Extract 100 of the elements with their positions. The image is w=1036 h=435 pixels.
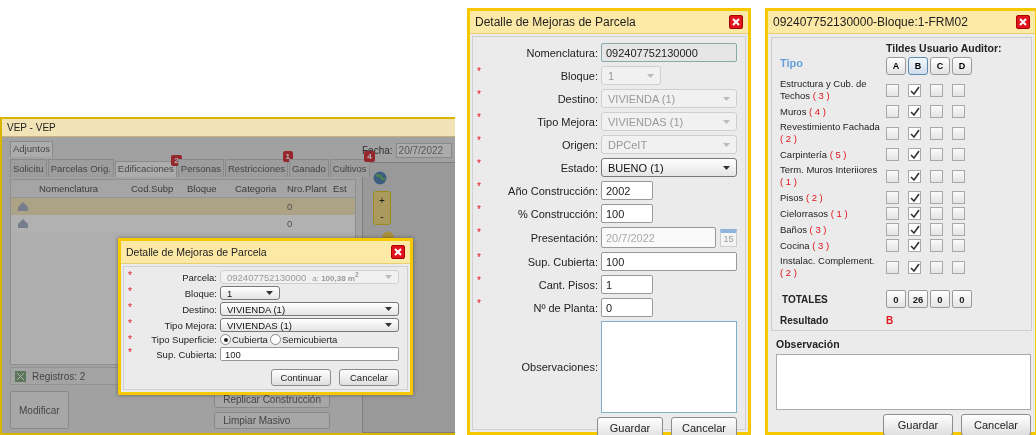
grade-button[interactable]: B <box>908 57 928 75</box>
checkbox[interactable] <box>886 239 899 252</box>
total-value: 0 <box>886 290 906 308</box>
field-label: Estado: <box>559 161 598 174</box>
checkbox[interactable] <box>908 207 921 220</box>
radio-button[interactable] <box>269 334 281 345</box>
field-label: Presentación: <box>529 231 598 244</box>
input-field[interactable]: 1 <box>601 275 653 294</box>
column-header: Nomenclatura <box>38 183 100 194</box>
checkbox[interactable] <box>908 105 921 118</box>
close-button[interactable] <box>1016 15 1030 29</box>
item-label: Pisos ( 2 ) <box>780 191 823 204</box>
input-field[interactable]: 100 <box>601 252 737 271</box>
dialog-button[interactable]: Cancelar <box>671 417 737 435</box>
checkbox[interactable] <box>886 207 899 220</box>
input-field[interactable]: 100 <box>601 204 653 223</box>
tab[interactable]: Personas <box>177 159 224 177</box>
grade-button[interactable]: D <box>952 57 972 75</box>
input-field[interactable]: 2002 <box>601 181 653 200</box>
checkbox[interactable] <box>952 260 965 274</box>
checkbox[interactable] <box>886 148 899 161</box>
checkbox[interactable] <box>886 260 899 274</box>
checkbox[interactable] <box>930 126 943 140</box>
dialog-button[interactable]: Guardar <box>597 417 663 435</box>
check-icon <box>909 107 920 116</box>
tab[interactable]: Parcelas Orig. <box>47 159 114 177</box>
zoom-in-button[interactable]: + <box>374 192 390 208</box>
tab[interactable]: Cultivos <box>329 159 370 177</box>
checkbox[interactable] <box>886 191 899 204</box>
input-field[interactable]: 100 <box>220 347 399 361</box>
checkbox[interactable] <box>886 223 899 236</box>
checkbox[interactable] <box>908 169 921 183</box>
observation-field[interactable] <box>776 354 1031 410</box>
radio-label: Semicubierta <box>281 334 338 345</box>
dialog-button[interactable]: Guardar <box>883 414 953 435</box>
zoom-out-button[interactable]: - <box>374 208 390 224</box>
close-button[interactable] <box>391 245 405 259</box>
checkbox[interactable] <box>908 223 921 236</box>
checkbox[interactable] <box>952 105 965 118</box>
field-label: Bloque: <box>559 69 598 82</box>
tab[interactable]: Restricciones <box>224 159 288 177</box>
close-button[interactable] <box>729 15 743 29</box>
dropdown[interactable]: BUENO (1) <box>601 158 737 177</box>
field-label: Año Construcción: <box>507 184 598 197</box>
checkbox[interactable] <box>952 223 965 236</box>
radio-button[interactable] <box>220 334 231 345</box>
observations-field[interactable] <box>601 321 737 413</box>
checkbox[interactable] <box>908 83 921 97</box>
house-icon <box>17 218 29 229</box>
checkbox[interactable] <box>908 260 921 274</box>
checkbox[interactable] <box>930 83 943 97</box>
checkbox[interactable] <box>930 207 943 220</box>
export-icon <box>15 370 26 382</box>
tab[interactable]: Solicitu <box>10 159 47 177</box>
input-field[interactable]: 092407752130000 <box>601 43 737 62</box>
modify-button[interactable]: Modificar <box>10 391 69 429</box>
checkbox[interactable] <box>908 191 921 204</box>
table-cell-text: 0 <box>286 218 294 229</box>
checkbox[interactable] <box>952 148 965 161</box>
dropdown[interactable]: 1 <box>220 286 280 300</box>
dialog-button[interactable]: Cancelar <box>961 414 1031 435</box>
checkbox[interactable] <box>886 83 899 97</box>
checkbox[interactable] <box>886 126 899 140</box>
checkbox[interactable] <box>908 148 921 161</box>
dropdown[interactable]: VIVIENDA (1) <box>220 302 399 316</box>
dropdown[interactable]: VIVIENDAS (1) <box>220 318 399 332</box>
grade-button[interactable]: C <box>930 57 950 75</box>
grade-button[interactable]: A <box>886 57 906 75</box>
globe-icon <box>373 171 387 185</box>
checkbox[interactable] <box>952 126 965 140</box>
checkbox[interactable] <box>930 260 943 274</box>
checkbox[interactable] <box>952 207 965 220</box>
check-icon <box>909 262 920 272</box>
checkbox[interactable] <box>930 223 943 236</box>
checkbox[interactable] <box>930 169 943 183</box>
dialog-button[interactable]: Continuar <box>271 369 331 386</box>
checkbox[interactable] <box>952 239 965 252</box>
input-field[interactable]: 0 <box>601 298 653 317</box>
checkbox[interactable] <box>930 239 943 252</box>
checkbox[interactable] <box>930 105 943 118</box>
field-label: Origen: <box>560 138 598 151</box>
checkbox[interactable] <box>930 191 943 204</box>
caret-icon <box>723 165 730 170</box>
checkbox[interactable] <box>886 105 899 118</box>
checkbox[interactable] <box>908 239 921 252</box>
clear-button[interactable]: Limpiar Masivo <box>214 412 330 429</box>
checkbox[interactable] <box>908 126 921 140</box>
checkbox[interactable] <box>952 83 965 97</box>
column-heading: Tildes Usuario Auditor: <box>886 42 1002 54</box>
tab[interactable]: Ganado <box>288 159 329 177</box>
tab[interactable]: Adjuntos <box>10 141 53 157</box>
check-icon <box>909 171 920 181</box>
table-row[interactable]: 0 <box>11 198 355 215</box>
caret-icon <box>723 142 730 147</box>
checkbox[interactable] <box>930 148 943 161</box>
checkbox[interactable] <box>952 169 965 183</box>
dialog-button[interactable]: Cancelar <box>339 369 399 386</box>
date-field[interactable]: 20/7/2022 <box>395 143 452 158</box>
checkbox[interactable] <box>886 169 899 183</box>
checkbox[interactable] <box>952 191 965 204</box>
